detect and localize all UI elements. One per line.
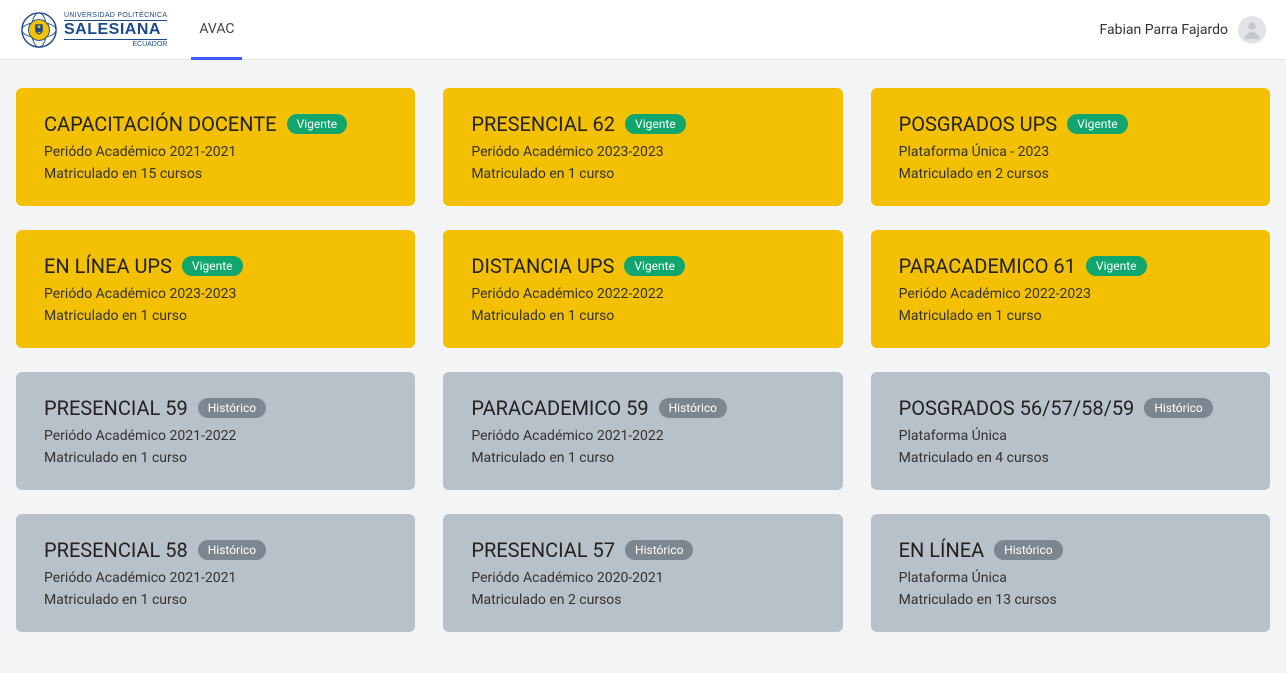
course-card[interactable]: POSGRADOS 56/57/58/59 Histórico Plataforma… <box>871 372 1270 490</box>
card-title: CAPACITACIÓN DOCENTE <box>44 112 277 136</box>
card-enroll: Matriculado en 2 cursos <box>899 166 1242 182</box>
header-left: UNIVERSIDAD POLITÉCNICA SALESIANA ECUADO… <box>20 0 242 59</box>
course-card[interactable]: PRESENCIAL 62 Vigente Periódo Académico 20… <box>443 88 842 206</box>
logo-main-text: SALESIANA <box>64 22 167 38</box>
card-head: PRESENCIAL 58 Histórico <box>44 538 387 562</box>
user-icon <box>1241 19 1263 41</box>
card-period: Periódo Académico 2023-2023 <box>471 144 814 160</box>
course-card[interactable]: DISTANCIA UPS Vigente Periódo Académico 20… <box>443 230 842 348</box>
course-card[interactable]: PRESENCIAL 59 Histórico Periódo Académico … <box>16 372 415 490</box>
card-head: PARACADEMICO 61 Vigente <box>899 254 1242 278</box>
card-head: PARACADEMICO 59 Histórico <box>471 396 814 420</box>
status-badge: Vigente <box>1067 114 1128 135</box>
card-enroll: Matriculado en 1 curso <box>471 166 814 182</box>
card-period: Periódo Académico 2021-2021 <box>44 570 387 586</box>
card-period: Periódo Académico 2021-2022 <box>471 428 814 444</box>
logo-top-text: UNIVERSIDAD POLITÉCNICA <box>64 12 167 21</box>
card-head: POSGRADOS 56/57/58/59 Histórico <box>899 396 1242 420</box>
card-title: PRESENCIAL 57 <box>471 538 615 562</box>
card-head: POSGRADOS UPS Vigente <box>899 112 1242 136</box>
card-period: Periódo Académico 2021-2022 <box>44 428 387 444</box>
course-card[interactable]: CAPACITACIÓN DOCENTE Vigente Periódo Acadé… <box>16 88 415 206</box>
user-name[interactable]: Fabian Parra Fajardo <box>1100 22 1228 38</box>
card-period: Periódo Académico 2021-2021 <box>44 144 387 160</box>
card-enroll: Matriculado en 1 curso <box>44 592 387 608</box>
header: UNIVERSIDAD POLITÉCNICA SALESIANA ECUADO… <box>0 0 1286 60</box>
card-title: EN LÍNEA UPS <box>44 254 172 278</box>
card-enroll: Matriculado en 1 curso <box>899 308 1242 324</box>
status-badge: Histórico <box>994 540 1062 561</box>
status-badge: Vigente <box>1086 256 1147 277</box>
card-enroll: Matriculado en 2 cursos <box>471 592 814 608</box>
status-badge: Vigente <box>624 256 685 277</box>
status-badge: Histórico <box>659 398 727 419</box>
card-title: PRESENCIAL 59 <box>44 396 188 420</box>
card-enroll: Matriculado en 15 cursos <box>44 166 387 182</box>
course-card[interactable]: PRESENCIAL 58 Histórico Periódo Académico … <box>16 514 415 632</box>
logo-link[interactable]: UNIVERSIDAD POLITÉCNICA SALESIANA ECUADO… <box>20 11 167 49</box>
status-badge: Histórico <box>1144 398 1212 419</box>
logo-text: UNIVERSIDAD POLITÉCNICA SALESIANA ECUADO… <box>64 12 167 48</box>
course-card[interactable]: PARACADEMICO 61 Vigente Periódo Académico … <box>871 230 1270 348</box>
card-enroll: Matriculado en 1 curso <box>44 308 387 324</box>
course-card[interactable]: POSGRADOS UPS Vigente Plataforma Única - 2… <box>871 88 1270 206</box>
logo-sub-text: ECUADOR <box>64 39 167 48</box>
status-badge: Vigente <box>182 256 243 277</box>
card-enroll: Matriculado en 1 curso <box>471 450 814 466</box>
avatar[interactable] <box>1238 16 1266 44</box>
card-title: DISTANCIA UPS <box>471 254 614 278</box>
card-period: Periódo Académico 2020-2021 <box>471 570 814 586</box>
course-card[interactable]: PARACADEMICO 59 Histórico Periódo Académic… <box>443 372 842 490</box>
card-period: Periódo Académico 2023-2023 <box>44 286 387 302</box>
card-title: PARACADEMICO 59 <box>471 396 648 420</box>
card-title: PARACADEMICO 61 <box>899 254 1076 278</box>
status-badge: Vigente <box>625 114 686 135</box>
card-period: Periódo Académico 2022-2022 <box>471 286 814 302</box>
card-head: EN LÍNEA UPS Vigente <box>44 254 387 278</box>
card-title: POSGRADOS 56/57/58/59 <box>899 396 1135 420</box>
card-head: CAPACITACIÓN DOCENTE Vigente <box>44 112 387 136</box>
card-title: EN LÍNEA <box>899 538 985 562</box>
card-head: DISTANCIA UPS Vigente <box>471 254 814 278</box>
card-title: POSGRADOS UPS <box>899 112 1057 136</box>
status-badge: Histórico <box>198 540 266 561</box>
card-head: PRESENCIAL 57 Histórico <box>471 538 814 562</box>
card-period: Periódo Académico 2022-2023 <box>899 286 1242 302</box>
course-card[interactable]: EN LÍNEA UPS Vigente Periódo Académico 202… <box>16 230 415 348</box>
globe-icon <box>20 11 58 49</box>
status-badge: Histórico <box>625 540 693 561</box>
card-grid: CAPACITACIÓN DOCENTE Vigente Periódo Acadé… <box>0 60 1286 648</box>
card-enroll: Matriculado en 1 curso <box>44 450 387 466</box>
course-card[interactable]: EN LÍNEA Histórico Plataforma Única Matricu… <box>871 514 1270 632</box>
course-card[interactable]: PRESENCIAL 57 Histórico Periódo Académico … <box>443 514 842 632</box>
status-badge: Histórico <box>198 398 266 419</box>
card-enroll: Matriculado en 1 curso <box>471 308 814 324</box>
card-title: PRESENCIAL 62 <box>471 112 615 136</box>
card-head: PRESENCIAL 59 Histórico <box>44 396 387 420</box>
card-enroll: Matriculado en 4 cursos <box>899 450 1242 466</box>
card-period: Plataforma Única - 2023 <box>899 144 1242 160</box>
card-period: Plataforma Única <box>899 570 1242 586</box>
nav-avac[interactable]: AVAC <box>191 1 242 60</box>
card-enroll: Matriculado en 13 cursos <box>899 592 1242 608</box>
card-period: Plataforma Única <box>899 428 1242 444</box>
card-head: PRESENCIAL 62 Vigente <box>471 112 814 136</box>
header-right: Fabian Parra Fajardo <box>1100 16 1266 44</box>
card-head: EN LÍNEA Histórico <box>899 538 1242 562</box>
card-title: PRESENCIAL 58 <box>44 538 188 562</box>
status-badge: Vigente <box>287 114 348 135</box>
